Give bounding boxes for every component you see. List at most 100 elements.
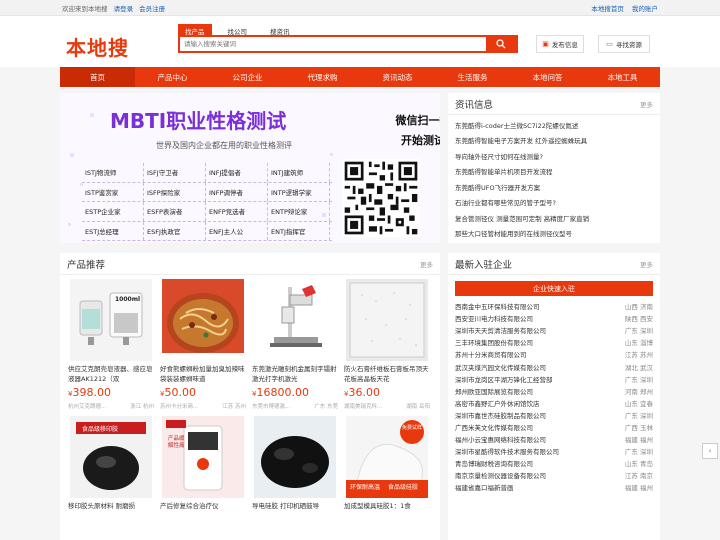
search-button[interactable] — [486, 37, 516, 51]
product-name[interactable]: 防火石膏纤维板石膏板吊顶天花板高晶板天花 — [342, 364, 432, 384]
product-name[interactable]: 加成型模具硅胶1：1食 — [342, 501, 432, 521]
nav-qa[interactable]: 本地问答 — [510, 67, 585, 87]
company-name[interactable]: 西南金中五环保科技有限公司 — [455, 301, 540, 311]
company-name[interactable]: 深圳市龙岗区平湖万锋化工经营部 — [455, 374, 553, 384]
home-link[interactable]: 本地搜首页 — [591, 5, 624, 13]
company-item[interactable]: 三丰环境集团股份有限公司 山东 淄博 — [455, 336, 653, 348]
company-name[interactable]: 广西米芙文化传媒有限公司 — [455, 422, 533, 432]
mbti-banner[interactable]: MBTI职业性格测试 世界及国内企业都在用的职业性格测评 微信扫一扫 开始测试 … — [60, 93, 440, 243]
product-image-therapy[interactable]: 产品缓解性痛 — [162, 416, 244, 498]
news-item[interactable]: 复合管测径仪 测量范围可定制 高精度厂家直销 — [455, 210, 653, 226]
product-image-noodles[interactable] — [162, 279, 244, 361]
nav-news[interactable]: 资讯动态 — [360, 67, 435, 87]
product-name[interactable]: 供应艾克朗壳皂液器、感应皂液器AK1212（双 — [66, 364, 156, 384]
company-item[interactable]: 福州小云宝惠网络科技有限公司 福建 福州 — [455, 433, 653, 445]
nav-life[interactable]: 生活服务 — [435, 67, 510, 87]
company-item[interactable]: 苏州十分米商贸有限公司 江苏 苏州 — [455, 348, 653, 360]
mbti-cell: INTJ建筑师 — [268, 163, 330, 182]
product-name[interactable]: 导电硅胶 打印机硒鼓导 — [250, 501, 340, 521]
product-card[interactable]: 防火石膏纤维板石膏板吊顶天花板高晶板天花 ¥36.00 湖南美瑞克科... 湖南 … — [342, 279, 432, 410]
product-card[interactable]: 食品级移印胶 移印胶头原材料 耐磨损 — [66, 416, 156, 521]
product-card[interactable]: 产品缓解性痛 产后修复综合治疗仪 — [158, 416, 248, 521]
product-seller: 苏州卡分米商... — [160, 404, 199, 410]
products-title: 产品推荐 — [67, 259, 106, 271]
search-input[interactable] — [180, 37, 486, 51]
company-name[interactable]: 福建省嘉口福新普画 — [455, 482, 514, 492]
products-panel: 产品推荐 更多 1000ml 供应艾克朗壳皂液器、感应皂液器AK1212（双 ¥… — [60, 253, 440, 540]
company-name[interactable]: 深圳市嘉世杰硅胶制品有限公司 — [455, 410, 546, 420]
company-item[interactable]: 福建省嘉口福新普画 福建 福州 — [455, 481, 653, 493]
product-card[interactable]: 好食熊螺蛳粉加量加臭加辣味袋装装螺蛳味道 ¥50.00 苏州卡分米商... 江苏 … — [158, 279, 248, 410]
product-image-pad[interactable]: 食品级移印胶 — [70, 416, 152, 498]
company-name[interactable]: 高密市鑫野汇户外休闲馆饮店 — [455, 398, 540, 408]
find-resource-button[interactable]: ▭ 寻找资源 — [598, 35, 650, 53]
news-title: 资讯信息 — [455, 99, 494, 111]
company-name[interactable]: 三丰环境集团股份有限公司 — [455, 337, 533, 347]
company-item[interactable]: 西安亚川电力科技有限公司 陕西 西安 — [455, 312, 653, 324]
company-name[interactable]: 南京京量检测仪器设备有限公司 — [455, 470, 546, 480]
publish-button[interactable]: ▣ 发布信息 — [536, 35, 584, 53]
news-header: 资讯信息 更多 — [448, 93, 660, 115]
nav-home[interactable]: 首页 — [60, 67, 135, 87]
company-item[interactable]: 广西米芙文化传媒有限公司 广西 玉林 — [455, 421, 653, 433]
product-image-laser[interactable] — [254, 279, 336, 361]
product-image-conductive-silicone[interactable] — [254, 416, 336, 498]
product-name[interactable]: 产后修复综合治疗仪 — [158, 501, 248, 521]
site-logo[interactable]: 本地搜 — [66, 32, 129, 61]
news-item[interactable]: 东莞酷得智能电子方案开发 红外遥控蜘蛛玩具 — [455, 133, 653, 149]
product-name[interactable]: 东莞激光雕刻机金属刻字镭射激光打字机激光 — [250, 364, 340, 384]
company-item[interactable]: 深圳市星酷得软件技术服务有限公司 广东 深圳 — [455, 445, 653, 457]
company-item[interactable]: 武汉夹煤汽园文化传媒有限公司 湖北 武汉 — [455, 360, 653, 372]
company-name[interactable]: 深圳市天天剪清洁服务有限公司 — [455, 325, 546, 335]
company-name[interactable]: 福州小云宝惠网络科技有限公司 — [455, 434, 546, 444]
company-item[interactable]: 高密市鑫野汇户外休闲馆饮店 山东 宜春 — [455, 397, 653, 409]
mbti-cell: ISTJ物流师 — [82, 163, 144, 182]
side-float-button[interactable]: ‹ — [702, 443, 718, 459]
company-item[interactable]: 南京京量检测仪器设备有限公司 江苏 南京 — [455, 469, 653, 481]
welcome-text: 欢迎来到本地搜 — [62, 4, 108, 13]
product-card[interactable]: 1000ml 供应艾克朗壳皂液器、感应皂液器AK1212（双 ¥398.00 杭… — [66, 279, 156, 410]
login-link[interactable]: 请登录 — [114, 5, 134, 13]
company-location: 湖北 武汉 — [624, 363, 653, 372]
news-item[interactable]: 石油行业都有哪些常见的管子型号? — [455, 195, 653, 211]
join-button[interactable]: 企业快速入驻 — [455, 281, 653, 296]
product-image-dispenser[interactable]: 1000ml — [70, 279, 152, 361]
company-item[interactable]: 深圳市天天剪清洁服务有限公司 广东 深圳 — [455, 324, 653, 336]
company-item[interactable]: 深圳市嘉世杰硅胶制品有限公司 广东 深圳 — [455, 409, 653, 421]
product-image-mold-silicone[interactable]: 环保耐高温 食品级硅胶 免费试样 — [346, 416, 428, 498]
account-link[interactable]: 我的账户 — [632, 5, 658, 13]
news-item[interactable]: 东莞酷得i-coder士兰微SC7i22陀螺仪氮述 — [455, 117, 653, 133]
scan-line-1: 微信扫一扫 — [395, 114, 441, 127]
product-price: ¥50.00 — [160, 386, 196, 399]
product-card[interactable]: 东莞激光雕刻机金属刻字镭射激光打字机激光 ¥16800.00 东莞市博德激...… — [250, 279, 340, 410]
news-item[interactable]: 那些大口径管材能用到的在线测径仪型号 — [455, 226, 653, 242]
nav-companies[interactable]: 公司企业 — [210, 67, 285, 87]
product-card[interactable]: 环保耐高温 食品级硅胶 免费试样 加成型模具硅胶1：1食 — [342, 416, 432, 521]
nav-tools[interactable]: 本地工具 — [585, 67, 660, 87]
products-more-link[interactable]: 更多 — [420, 259, 433, 269]
companies-more-link[interactable]: 更多 — [640, 259, 653, 269]
company-item[interactable]: 西南金中五环保科技有限公司 山西 济南 — [455, 300, 653, 312]
company-item[interactable]: 深圳市龙岗区平湖万锋化工经营部 广东 深圳 — [455, 373, 653, 385]
product-name[interactable]: 移印胶头原材料 耐磨损 — [66, 501, 156, 521]
company-name[interactable]: 武汉夹煤汽园文化传媒有限公司 — [455, 362, 546, 372]
company-item[interactable]: 郑州欧亚国际展览有限公司 河南 郑州 — [455, 385, 653, 397]
company-name[interactable]: 郑州欧亚国际展览有限公司 — [455, 386, 533, 396]
company-name[interactable]: 青岛博瑞财税咨询有限公司 — [455, 458, 533, 468]
register-link[interactable]: 会员注册 — [139, 5, 165, 13]
news-item[interactable]: 导向轴外径尺寸如何在线测量? — [455, 148, 653, 164]
news-item[interactable]: 东莞酷得智能单片机项目开发流程 — [455, 164, 653, 180]
nav-products[interactable]: 产品中心 — [135, 67, 210, 87]
chevron-left-icon: ‹ — [708, 447, 712, 455]
nav-agency[interactable]: 代理求购 — [285, 67, 360, 87]
company-name[interactable]: 西安亚川电力科技有限公司 — [455, 313, 533, 323]
news-item[interactable]: 东莞酷得UFO飞行器开发方案 — [455, 179, 653, 195]
company-item[interactable]: 青岛博瑞财税咨询有限公司 山东 青岛 — [455, 457, 653, 469]
mbti-cell: ESFP表演者 — [144, 202, 206, 221]
product-card[interactable]: 导电硅胶 打印机硒鼓导 — [250, 416, 340, 521]
company-name[interactable]: 苏州十分米商贸有限公司 — [455, 349, 527, 359]
news-more-link[interactable]: 更多 — [640, 99, 653, 109]
product-image-ceiling-board[interactable] — [346, 279, 428, 361]
company-name[interactable]: 深圳市星酷得软件技术服务有限公司 — [455, 446, 559, 456]
product-name[interactable]: 好食熊螺蛳粉加量加臭加辣味袋装装螺蛳味道 — [158, 364, 248, 384]
